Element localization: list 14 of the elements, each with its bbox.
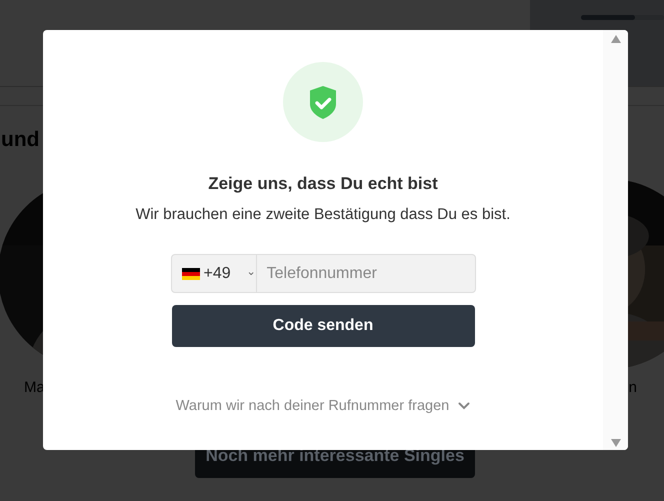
dialog-title: Zeige uns, dass Du echt bist [208,174,438,194]
info-link[interactable]: Warum wir nach deiner Rufnummer fragen [176,398,470,414]
phone-field[interactable]: +49 ⌄ Telefonnummer [170,254,476,293]
dialog-subtitle: Wir brauchen eine zweite Bestätigung dass Du es bist. [136,206,510,224]
profile-name: n [628,379,637,396]
section-heading: und [1,128,40,152]
send-code-button[interactable]: Code senden [172,305,474,347]
scrollbar[interactable] [603,30,628,450]
shield-check-icon [283,62,363,142]
chevron-down-icon [458,402,470,410]
country-code-select[interactable]: +49 ⌄ [172,255,257,292]
scroll-down-icon[interactable] [610,439,620,447]
scroll-up-icon[interactable] [610,35,620,43]
flag-icon [182,268,200,280]
